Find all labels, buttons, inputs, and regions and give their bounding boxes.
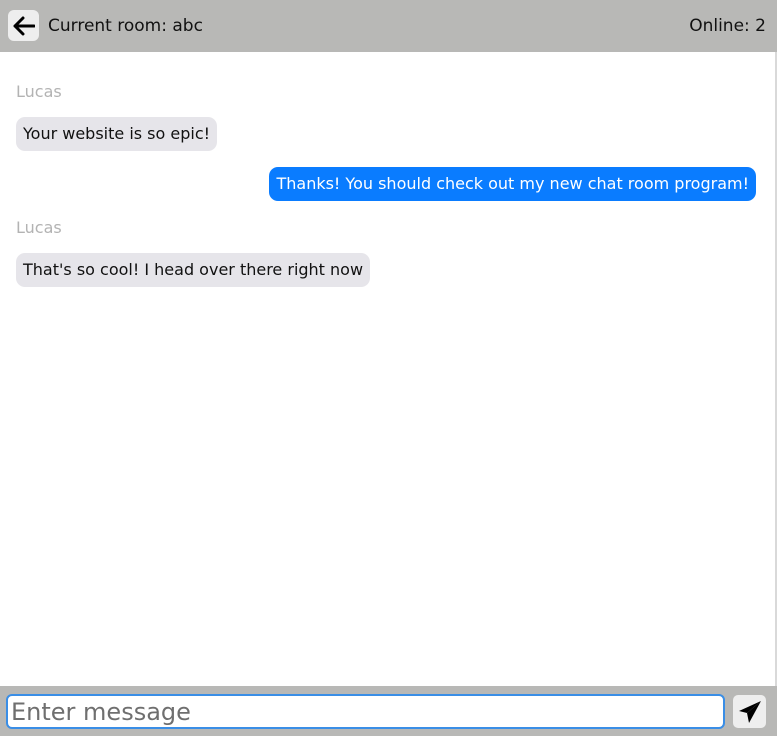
- incoming-message: Your website is so epic!: [16, 117, 218, 151]
- send-button[interactable]: [733, 695, 766, 728]
- chat-app: Current room: abc Online: 2 Lucas Your w…: [0, 0, 777, 736]
- incoming-message: That's so cool! I head over there right …: [16, 253, 371, 287]
- message-input[interactable]: [6, 694, 725, 729]
- online-count: Online: 2: [689, 16, 766, 36]
- outgoing-message: Thanks! You should check out my new chat…: [269, 167, 756, 201]
- arrow-left-icon: [13, 16, 35, 35]
- message-sender: Lucas: [16, 218, 62, 237]
- back-button[interactable]: [8, 10, 39, 41]
- message-list[interactable]: Lucas Your website is so epic! Thanks! Y…: [0, 52, 775, 686]
- composer-bar: [0, 686, 777, 736]
- paper-plane-icon: [738, 700, 761, 723]
- chat-header: Current room: abc Online: 2: [0, 0, 777, 52]
- room-title: Current room: abc: [48, 16, 203, 36]
- message-sender: Lucas: [16, 82, 62, 101]
